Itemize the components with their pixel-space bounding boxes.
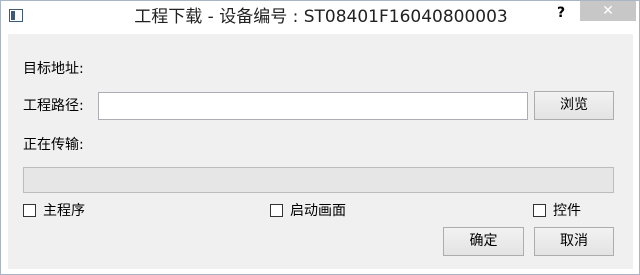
ok-button[interactable]: 确定 bbox=[443, 227, 524, 256]
project-path-input[interactable] bbox=[98, 92, 528, 120]
checkbox-box[interactable] bbox=[533, 204, 546, 217]
window-title: 工程下载 - 设备编号 : ST08401F16040800003 bbox=[134, 7, 508, 27]
download-dialog: 工程下载 - 设备编号 : ST08401F16040800003 ? ✕ 目标… bbox=[0, 0, 640, 275]
close-button[interactable]: ✕ bbox=[580, 1, 636, 21]
title-bar: 工程下载 - 设备编号 : ST08401F16040800003 ? ✕ bbox=[1, 1, 639, 31]
checkbox-box[interactable] bbox=[270, 204, 283, 217]
project-path-label: 工程路径: bbox=[23, 98, 84, 114]
checkbox-main-program-label: 主程序 bbox=[43, 203, 85, 219]
checkbox-boot-screen-label: 启动画面 bbox=[290, 203, 346, 219]
checkbox-controls-label: 控件 bbox=[553, 203, 581, 219]
target-address-label: 目标地址: bbox=[23, 61, 84, 77]
transferring-label: 正在传输: bbox=[23, 137, 84, 153]
cancel-button[interactable]: 取消 bbox=[534, 227, 614, 256]
app-window-icon bbox=[9, 9, 23, 22]
transfer-progress-bar bbox=[23, 167, 614, 193]
checkbox-box[interactable] bbox=[23, 204, 36, 217]
browse-button[interactable]: 浏览 bbox=[534, 91, 614, 120]
help-button[interactable]: ? bbox=[550, 3, 572, 23]
dialog-body: 目标地址: 工程路径: 浏览 正在传输: 主程序 启动画面 控件 确定 取消 bbox=[8, 34, 633, 269]
